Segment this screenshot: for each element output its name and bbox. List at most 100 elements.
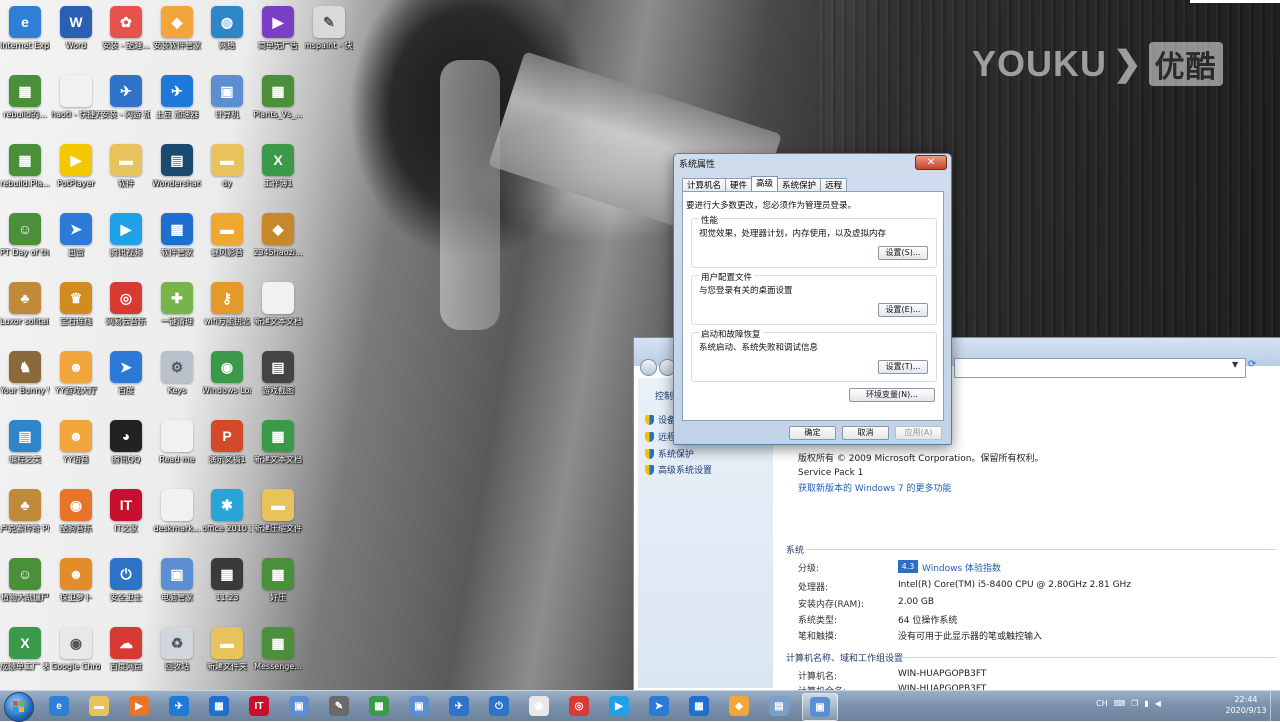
desktop-icon[interactable]: ♛ 宝石连线 bbox=[51, 282, 101, 327]
tab-remote[interactable]: 远程 bbox=[820, 178, 848, 192]
desktop-icon[interactable]: ✿ 安装 - 酷趣... bbox=[101, 6, 151, 51]
taskbar-button[interactable]: ▶ bbox=[122, 693, 156, 719]
desktop-icon[interactable]: ▤ 编程之美 bbox=[0, 420, 50, 465]
desktop-icon[interactable]: ♻ 回收站 bbox=[152, 627, 202, 672]
desktop-icon[interactable]: ✚ 一键清理 bbox=[152, 282, 202, 327]
tab-system-protection[interactable]: 系统保护 bbox=[777, 178, 822, 192]
desktop-icon[interactable]: ▬ 新建压缩文件 bbox=[253, 489, 303, 534]
desktop-icon[interactable]: ◆ 2345haozi... bbox=[253, 213, 303, 258]
desktop-icon[interactable]: ✎ mspaint - 快捷方式 bbox=[304, 6, 354, 51]
apply-button[interactable]: 应用(A) bbox=[895, 426, 942, 440]
desktop-icon[interactable]: X 工作簿1 bbox=[253, 144, 303, 189]
desktop-icon[interactable]: ▬ 新建文件夹 bbox=[202, 627, 252, 672]
desktop-icon[interactable]: ▦ 11:23 bbox=[202, 558, 252, 603]
desktop-icon[interactable]: ▣ 计算机 bbox=[202, 75, 252, 120]
taskbar-button[interactable]: IT bbox=[242, 693, 276, 719]
tray-icon[interactable]: ⌨ bbox=[1114, 699, 1126, 708]
close-button[interactable]: ✕ bbox=[915, 155, 947, 170]
desktop-icon[interactable]: ▣ 电脑管家 bbox=[152, 558, 202, 603]
taskbar-button[interactable]: ◎ bbox=[562, 693, 596, 719]
desktop-icon[interactable]: P 演示文稿1 bbox=[202, 420, 252, 465]
desktop-icon[interactable]: ▤ Wondershare Video Edit... bbox=[152, 144, 202, 189]
cp-link-remote[interactable]: 远程 bbox=[645, 430, 676, 443]
taskbar-button[interactable]: ✈ bbox=[162, 693, 196, 719]
desktop-icon[interactable]: ☺ PT Day of the Dead bbox=[0, 213, 50, 258]
tab-computer-name[interactable]: 计算机名 bbox=[682, 178, 727, 192]
desktop-icon[interactable]: ▬ dy bbox=[202, 144, 252, 189]
desktop-icon[interactable]: ▦ rebuild.Pla... bbox=[0, 144, 50, 189]
desktop-icon[interactable]: ▶ PotPlayer bbox=[51, 144, 101, 189]
desktop-icon[interactable]: ☺ 植物大战僵尸 bbox=[0, 558, 50, 603]
cp-link-devices[interactable]: 设备 bbox=[645, 413, 676, 426]
taskbar-button[interactable]: ▣ bbox=[402, 693, 436, 719]
desktop-icon[interactable]: ◉ Windows Loader bbox=[202, 351, 252, 396]
desktop-icon[interactable]: ☻ 保卫萝卜 bbox=[51, 558, 101, 603]
desktop-icon[interactable]: Read me bbox=[152, 420, 202, 465]
desktop-icon[interactable]: ◉ 酷狗音乐 bbox=[51, 489, 101, 534]
ok-button[interactable]: 确定 bbox=[789, 426, 836, 440]
taskbar-button[interactable]: ◆ bbox=[722, 693, 756, 719]
clock[interactable]: 22:44 2020/9/13 bbox=[1224, 694, 1268, 716]
desktop-icon[interactable]: ◕ 腾讯QQ bbox=[101, 420, 151, 465]
desktop-icon[interactable]: ◎ 网易云音乐 bbox=[101, 282, 151, 327]
taskbar-button[interactable]: ▶ bbox=[602, 693, 636, 719]
desktop-icon[interactable]: ☻ YY游戏大厅 bbox=[51, 351, 101, 396]
profile-settings-button[interactable]: 设置(E)... bbox=[878, 303, 928, 317]
desktop-icon[interactable]: e Internet Explorer bbox=[0, 6, 50, 51]
desktop-icon[interactable]: ◍ 网络 bbox=[202, 6, 252, 51]
desktop-icon[interactable]: ◆ 安装软件管家 bbox=[152, 6, 202, 51]
tab-hardware[interactable]: 硬件 bbox=[725, 178, 753, 192]
desktop-icon[interactable]: ⚷ wifi万能钥匙 bbox=[202, 282, 252, 327]
cancel-button[interactable]: 取消 bbox=[842, 426, 889, 440]
desktop-icon[interactable]: ☁ 百度网盘 bbox=[101, 627, 151, 672]
taskbar-button[interactable]: ✈ bbox=[442, 693, 476, 719]
desktop-icon[interactable]: ➤ 百度 bbox=[101, 351, 151, 396]
taskbar-button[interactable]: ▬ bbox=[82, 693, 116, 719]
taskbar-button[interactable]: ⏻ bbox=[482, 693, 516, 719]
rating-link[interactable]: Windows 体验指数 bbox=[922, 561, 1001, 574]
desktop-icon[interactable]: ▦ 新建文本文档 bbox=[253, 420, 303, 465]
desktop-icon[interactable]: ▦ Messenge... bbox=[253, 627, 303, 672]
tab-advanced[interactable]: 高级 bbox=[751, 176, 779, 192]
desktop-icon[interactable]: deskmark... bbox=[152, 489, 202, 534]
taskbar-button[interactable]: ▣ bbox=[282, 693, 316, 719]
desktop-icon[interactable]: W Word bbox=[51, 6, 101, 51]
more-features-link[interactable]: 获取新版本的 Windows 7 的更多功能 bbox=[798, 481, 951, 494]
tray-icon[interactable]: ❐ bbox=[1131, 699, 1138, 708]
desktop-icon[interactable]: ♣ 卢克索传奇 PC版 bbox=[0, 489, 50, 534]
desktop-icon[interactable]: ▬ 软件 bbox=[101, 144, 151, 189]
desktop-icon[interactable]: ▶ 腾讯视频 bbox=[101, 213, 151, 258]
volume-icon[interactable]: ◀ bbox=[1155, 699, 1161, 708]
network-icon[interactable]: ▮ bbox=[1144, 699, 1148, 708]
cp-address-bar[interactable] bbox=[954, 358, 1246, 378]
desktop-icon[interactable]: ⚙ Keys bbox=[152, 351, 202, 396]
environment-variables-button[interactable]: 环境变量(N)... bbox=[849, 388, 935, 402]
desktop-icon[interactable]: ✱ office 2010 工具 bbox=[202, 489, 252, 534]
address-dropdown-icon[interactable]: ▼ bbox=[1232, 360, 1238, 369]
desktop-icon[interactable]: IT IT之家 bbox=[101, 489, 151, 534]
cp-link-protection[interactable]: 系统保护 bbox=[645, 447, 694, 460]
taskbar-button[interactable]: ◉ bbox=[522, 693, 556, 719]
desktop-icon[interactable]: ▦ Plants_Vs_... bbox=[253, 75, 303, 120]
desktop-icon[interactable]: ✈ 安装 - 闪游 加速器 bbox=[101, 75, 151, 120]
taskbar-button[interactable]: ➤ bbox=[642, 693, 676, 719]
desktop-icon[interactable]: ▦ rebuild的... bbox=[0, 75, 50, 120]
taskbar-button[interactable]: ▣ bbox=[802, 693, 838, 721]
taskbar-button[interactable]: e bbox=[42, 693, 76, 719]
taskbar-button[interactable]: ▦ bbox=[362, 693, 396, 719]
desktop-icon[interactable]: haotl - 快捷方式.website bbox=[51, 75, 101, 120]
language-indicator[interactable]: CH bbox=[1096, 699, 1108, 708]
show-desktop-button[interactable] bbox=[1270, 691, 1280, 721]
desktop-icon[interactable]: ✈ 土豆 加速器 bbox=[152, 75, 202, 120]
desktop-icon[interactable]: ▦ 软件管家 bbox=[152, 213, 202, 258]
desktop-icon[interactable]: ◉ Google Chrome bbox=[51, 627, 101, 672]
cp-nav-buttons[interactable] bbox=[640, 359, 676, 376]
taskbar-button[interactable]: ✎ bbox=[322, 693, 356, 719]
desktop-icon[interactable]: ▬ 暴风影音 bbox=[202, 213, 252, 258]
system-properties-dialog[interactable]: 系统属性 ✕ 计算机名 硬件 高级 系统保护 远程 要进行大多数更改，您必须作为… bbox=[673, 153, 952, 445]
back-button[interactable] bbox=[640, 359, 657, 376]
refresh-icon[interactable]: ⟳ bbox=[1248, 359, 1256, 370]
desktop-icon[interactable]: ☻ YY语音 bbox=[51, 420, 101, 465]
desktop-icon[interactable]: ➤ 迅雷 bbox=[51, 213, 101, 258]
start-button[interactable] bbox=[4, 692, 34, 722]
